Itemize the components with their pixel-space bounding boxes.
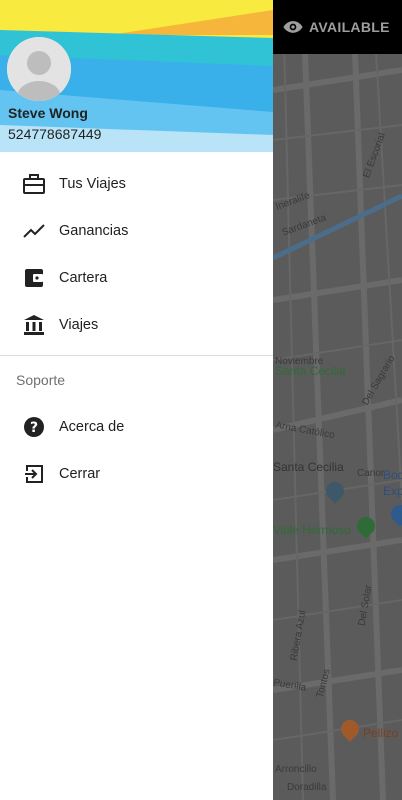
trending-up-icon	[23, 220, 45, 242]
profile-phone: 524778687449	[8, 126, 102, 142]
map-label: Doradilla	[287, 782, 327, 793]
help-icon: ?	[23, 416, 45, 438]
map-label: Canor	[357, 468, 385, 479]
menu-item-ganancias[interactable]: Ganancias	[0, 207, 273, 254]
map-label: Santa Cecilia	[275, 364, 346, 378]
wallet-icon	[23, 267, 45, 289]
menu-item-acerca-de[interactable]: ? Acerca de	[0, 403, 273, 450]
map-label: Arroncillo	[275, 764, 317, 775]
map-label: Pellizo	[363, 726, 399, 740]
avatar[interactable]	[7, 37, 71, 101]
menu-item-cerrar[interactable]: Cerrar	[0, 450, 273, 497]
profile-name: Steve Wong	[8, 105, 88, 121]
menu-item-tus-viajes[interactable]: Tus Viajes	[0, 160, 273, 207]
drawer-header: Steve Wong 524778687449	[0, 0, 273, 152]
menu-item-cartera[interactable]: Cartera	[0, 254, 273, 301]
logout-icon	[23, 463, 45, 485]
person-icon	[7, 37, 71, 101]
map-view[interactable]: El Escorial Sardaneta Ineralife Noviembr…	[273, 0, 402, 800]
availability-bar[interactable]: AVAILABLE	[273, 0, 402, 54]
briefcase-icon	[23, 173, 45, 195]
map-label: Exp	[383, 484, 402, 498]
menu-label: Acerca de	[59, 418, 125, 435]
menu-label: Cartera	[59, 269, 108, 286]
menu-label: Viajes	[59, 316, 99, 333]
map-label: Valle Hermoso	[273, 523, 351, 537]
section-title-support: Soporte	[16, 372, 66, 388]
divider	[0, 355, 273, 356]
menu-item-viajes[interactable]: Viajes	[0, 301, 273, 348]
map-label: Santa Cecilia	[273, 460, 344, 474]
svg-text:?: ?	[30, 420, 38, 436]
menu-label: Ganancias	[59, 222, 129, 239]
eye-icon	[283, 21, 303, 33]
menu-label: Tus Viajes	[59, 175, 126, 192]
availability-status: AVAILABLE	[309, 19, 390, 35]
map-label: Bod	[383, 468, 402, 482]
bank-icon	[23, 314, 45, 336]
navigation-drawer: Steve Wong 524778687449 Tus Viajes Ganan…	[0, 0, 273, 800]
menu-label: Cerrar	[59, 465, 101, 482]
